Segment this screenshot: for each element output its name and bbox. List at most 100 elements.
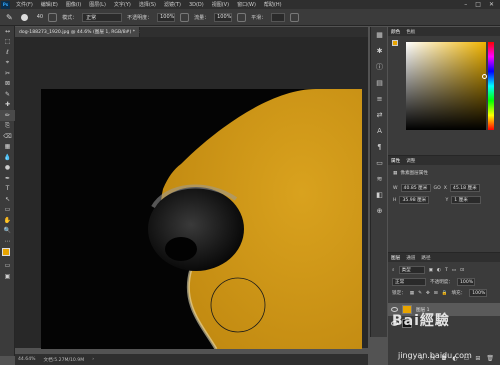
maximize-icon[interactable]: □	[475, 1, 481, 8]
filter-shape-icon[interactable]: ▭	[452, 268, 456, 273]
paragraph-style-panel-icon[interactable]: ¶	[371, 139, 388, 155]
lock-paint-icon[interactable]: ✎	[418, 291, 422, 296]
kind-filter-dropdown[interactable]: 类型	[398, 266, 425, 274]
zoom-tool-icon[interactable]: 🔍	[0, 226, 15, 237]
actions-panel-icon[interactable]: ▤	[371, 75, 388, 91]
adjustments-panel-icon[interactable]: ⇄	[371, 107, 388, 123]
clone-stamp-tool-icon[interactable]: ⎘	[0, 121, 15, 132]
libraries-panel-icon[interactable]: ◧	[371, 187, 388, 203]
healing-tool-icon[interactable]: ✚	[0, 100, 15, 111]
lock-all-icon[interactable]: 🔒	[442, 291, 448, 296]
frame-tool-icon[interactable]: ⊠	[0, 79, 15, 90]
marquee-tool-icon[interactable]: ⬚	[0, 37, 15, 48]
styles-panel-icon[interactable]: ≋	[371, 171, 388, 187]
lock-artboard-icon[interactable]: ⊞	[434, 291, 438, 296]
quick-mask-icon[interactable]: ▭	[0, 261, 15, 272]
history-panel-icon[interactable]: ▦	[371, 27, 388, 43]
brush-tool-icon[interactable]: ✎	[6, 13, 13, 22]
menu-3d[interactable]: 3D(D)	[185, 2, 208, 8]
airbrush-icon[interactable]	[237, 12, 247, 22]
filter-smart-icon[interactable]: ⊡	[460, 268, 464, 273]
foreground-color-swatch[interactable]	[2, 247, 10, 256]
brush-tool-icon[interactable]: ✏	[0, 110, 15, 121]
eyedropper-tool-icon[interactable]: ✎	[0, 89, 15, 100]
glyphs-panel-icon[interactable]: ▭	[371, 155, 388, 171]
fill-field[interactable]: 100%	[469, 289, 488, 297]
pressure-opacity-icon[interactable]	[180, 12, 190, 22]
menu-edit[interactable]: 编辑(E)	[37, 1, 62, 8]
tab-layers[interactable]: 图层	[391, 255, 400, 261]
w-field[interactable]: 40.85 厘米	[400, 184, 431, 192]
new-layer-icon[interactable]: ⊞	[475, 355, 480, 362]
menu-filter[interactable]: 滤镜(T)	[160, 1, 185, 8]
gradient-tool-icon[interactable]: ▦	[0, 142, 15, 153]
color-swatches[interactable]	[0, 247, 15, 261]
flow-field[interactable]: 100%	[214, 12, 233, 22]
menu-bar: Ps 文件(F) 编辑(E) 图像(I) 图层(L) 文字(Y) 选择(S) 滤…	[0, 0, 500, 9]
menu-view[interactable]: 视图(V)	[208, 1, 233, 8]
menu-select[interactable]: 选择(S)	[135, 1, 160, 8]
screen-mode-icon[interactable]: ▣	[0, 271, 15, 282]
tab-channels[interactable]: 通道	[406, 255, 415, 261]
brush-preset-picker[interactable]	[18, 12, 32, 23]
h-field[interactable]: 35.98 厘米	[399, 196, 430, 204]
tab-properties[interactable]: 属性	[391, 158, 400, 164]
more-tools-icon[interactable]: ⋯	[0, 236, 15, 247]
color-panel-foreground-swatch[interactable]	[392, 40, 398, 46]
lasso-tool-icon[interactable]: ℓ	[0, 47, 15, 58]
lock-position-icon[interactable]: ✥	[426, 291, 430, 296]
y-field[interactable]: 1 厘米	[451, 196, 482, 204]
brush-panel-toggle-icon[interactable]	[48, 12, 58, 22]
pen-tool-icon[interactable]: ✒	[0, 173, 15, 184]
menu-file[interactable]: 文件(F)	[12, 1, 37, 8]
close-icon[interactable]: ✕	[489, 1, 494, 8]
quick-select-tool-icon[interactable]: ⌖	[0, 58, 15, 69]
info-panel-icon[interactable]: ⓘ	[371, 59, 388, 75]
lock-pixels-icon[interactable]: ▦	[410, 291, 414, 296]
image-canvas[interactable]	[41, 89, 362, 349]
brush-settings-panel-icon[interactable]: ✱	[371, 43, 388, 59]
hue-slider[interactable]	[488, 42, 494, 130]
document-tab[interactable]: dog-188273_1920.jpg @ 44.6% (图层 1, RGB/8…	[15, 27, 143, 37]
layer-opacity-field[interactable]: 100%	[456, 278, 475, 286]
smoothing-options-icon[interactable]	[290, 12, 300, 22]
character-panel-icon[interactable]: A	[371, 123, 388, 139]
navigator-panel-icon[interactable]: ⊕	[371, 203, 388, 219]
tab-swatches[interactable]: 色板	[406, 29, 415, 35]
blend-mode-dropdown[interactable]: 正常	[392, 278, 426, 286]
filter-pixel-icon[interactable]: ▣	[429, 268, 433, 273]
color-panel	[388, 36, 500, 154]
type-tool-icon[interactable]: T	[0, 184, 15, 195]
color-picker-cursor[interactable]	[482, 74, 487, 79]
menu-image[interactable]: 图像(I)	[62, 1, 85, 8]
paragraph-panel-icon[interactable]: ≡	[371, 91, 388, 107]
tab-adjustments[interactable]: 调整	[406, 158, 415, 164]
hand-tool-icon[interactable]: ✋	[0, 215, 15, 226]
tab-color[interactable]: 颜色	[391, 29, 400, 35]
mode-dropdown[interactable]: 正常	[82, 12, 123, 22]
menu-help[interactable]: 帮助(H)	[260, 1, 286, 8]
tab-paths[interactable]: 路径	[421, 255, 430, 261]
dodge-tool-icon[interactable]: ●	[0, 163, 15, 174]
zoom-level[interactable]: 44.64%	[18, 357, 36, 362]
filter-type-icon[interactable]: T	[445, 268, 448, 273]
eraser-tool-icon[interactable]: ⌫	[0, 131, 15, 142]
saturation-value-field[interactable]	[406, 42, 487, 130]
path-select-tool-icon[interactable]: ↖	[0, 194, 15, 205]
shape-tool-icon[interactable]: ▭	[0, 205, 15, 216]
blur-tool-icon[interactable]: 💧	[0, 152, 15, 163]
menu-type[interactable]: 文字(Y)	[110, 1, 135, 8]
menu-layer[interactable]: 图层(L)	[85, 1, 110, 8]
x-field[interactable]: 45.18 厘米	[449, 184, 480, 192]
filter-adjustment-icon[interactable]: ◐	[437, 268, 441, 273]
pixel-layer-icon: ▦	[393, 170, 398, 176]
move-tool-icon[interactable]: ↔	[0, 26, 15, 37]
opacity-field[interactable]: 100%	[157, 12, 176, 22]
delete-layer-icon[interactable]: 🗑	[486, 355, 494, 362]
crop-tool-icon[interactable]: ✂	[0, 68, 15, 79]
smoothing-field[interactable]	[271, 12, 286, 22]
minimize-icon[interactable]: –	[464, 1, 467, 8]
menu-window[interactable]: 窗口(W)	[233, 1, 260, 8]
link-label[interactable]: GO	[434, 186, 441, 191]
status-menu-icon[interactable]: ›	[92, 357, 94, 362]
